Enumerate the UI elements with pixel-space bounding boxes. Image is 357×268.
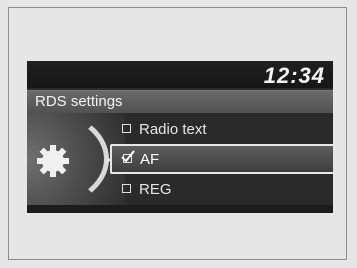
menu-item-af[interactable]: AF [110,144,333,174]
menu-item-reg[interactable]: REG [111,175,333,205]
menu-item-radio-text[interactable]: Radio text [111,115,333,145]
menu-item-label: Radio text [139,121,207,138]
menu-item-label: REG [139,181,172,198]
title-bar: RDS settings [27,90,333,113]
checkbox-unchecked-icon[interactable] [122,124,131,133]
gear-icon [37,145,69,177]
bottom-strip [27,205,333,213]
checkbox-unchecked-icon[interactable] [122,184,131,193]
checkmark-icon [121,150,135,163]
status-bar: 12:34 [27,61,333,88]
clock: 12:34 [263,63,325,88]
rds-settings-screen: 12:34 RDS settings Radio text AF REG [27,61,333,213]
menu-item-label: AF [140,151,160,168]
